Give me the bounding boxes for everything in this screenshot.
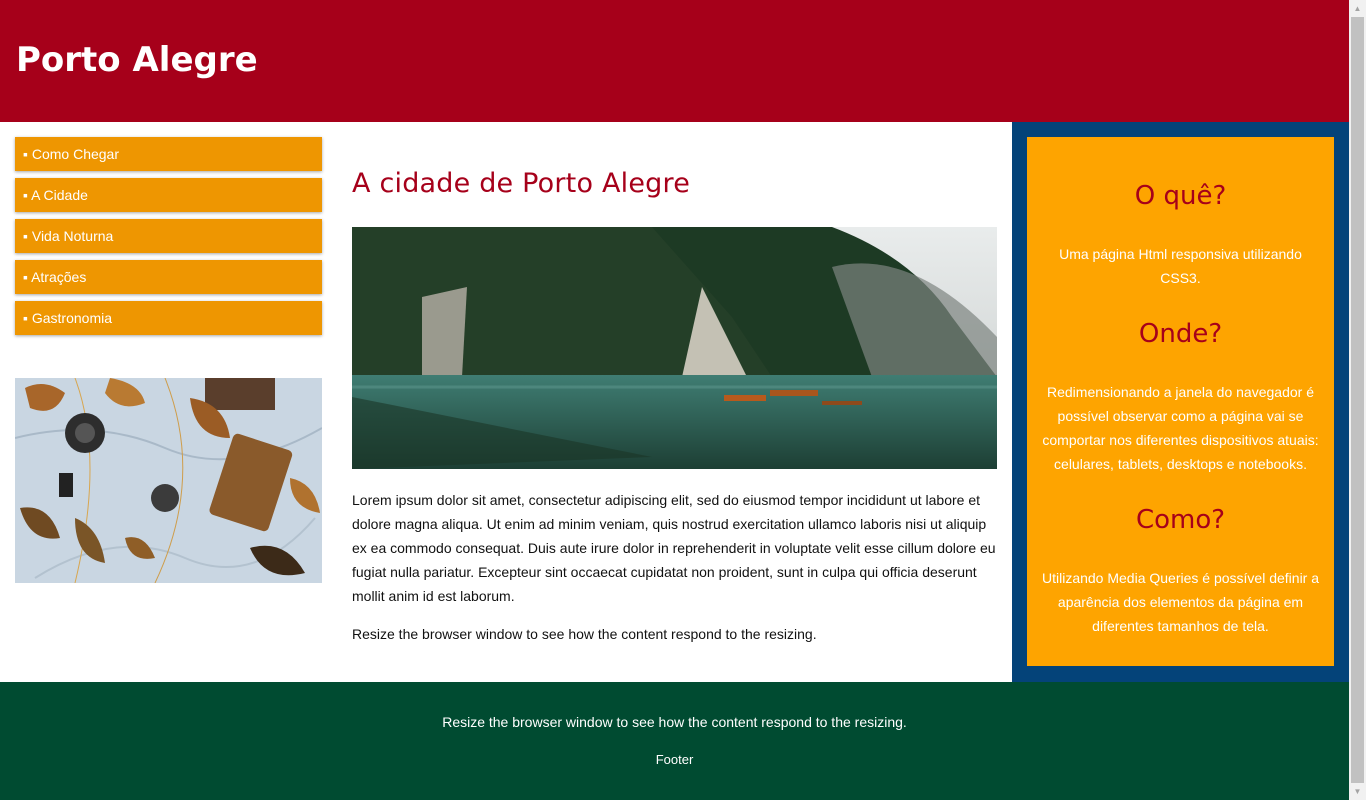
main-text: Lorem ipsum dolor sit amet, consectetur …: [352, 488, 1000, 660]
aside-text-how: Utilizando Media Queries é possível defi…: [1041, 570, 1320, 634]
nav-item-gastronomia[interactable]: ▪ Gastronomia: [15, 301, 322, 335]
scroll-up-arrow-icon[interactable]: ▲: [1349, 0, 1366, 17]
nav-item-atracoes[interactable]: ▪ Atrações: [15, 260, 322, 294]
vertical-scrollbar[interactable]: ▲ ▼: [1349, 0, 1366, 800]
sidebar-nav: ▪ Como Chegar ▪ A Cidade ▪ Vida Noturna …: [15, 137, 322, 342]
aside-text-what: Uma página Html responsiva utilizando CS…: [1059, 246, 1302, 286]
page: Porto Alegre ▪ Como Chegar ▪ A Cidade ▪ …: [0, 0, 1349, 800]
site-title: Porto Alegre: [16, 40, 258, 80]
footer-text: Resize the browser window to see how the…: [442, 714, 907, 730]
site-footer: Resize the browser window to see how the…: [0, 682, 1349, 800]
nav-item-a-cidade[interactable]: ▪ A Cidade: [15, 178, 322, 212]
site-header: Porto Alegre: [0, 0, 1349, 122]
aside-title-how: Como?: [1135, 505, 1226, 535]
aside-title-where: Onde?: [1138, 319, 1223, 349]
footer-label: Footer: [655, 752, 694, 767]
aside-title-what: O quê?: [1134, 181, 1227, 211]
aside-box: O quê? Uma página Html responsiva utiliz…: [1027, 137, 1334, 666]
main-paragraph-2: Resize the browser window to see how the…: [352, 626, 817, 642]
nav-item-vida-noturna[interactable]: ▪ Vida Noturna: [15, 219, 322, 253]
nav-item-como-chegar[interactable]: ▪ Como Chegar: [15, 137, 322, 171]
aside-panel: O quê? Uma página Html responsiva utiliz…: [1012, 122, 1349, 682]
main-content: A cidade de Porto Alegre Lorem ipsum dol…: [352, 160, 997, 642]
scroll-down-arrow-icon[interactable]: ▼: [1349, 783, 1366, 800]
travel-map-photo: [15, 378, 322, 583]
main-paragraph-1: Lorem ipsum dolor sit amet, consectetur …: [352, 492, 996, 604]
scroll-thumb[interactable]: [1351, 17, 1364, 783]
aside-text-where: Redimensionando a janela do navegador é …: [1042, 384, 1319, 472]
main-title: A cidade de Porto Alegre: [352, 168, 691, 199]
lake-photo: [352, 227, 997, 469]
